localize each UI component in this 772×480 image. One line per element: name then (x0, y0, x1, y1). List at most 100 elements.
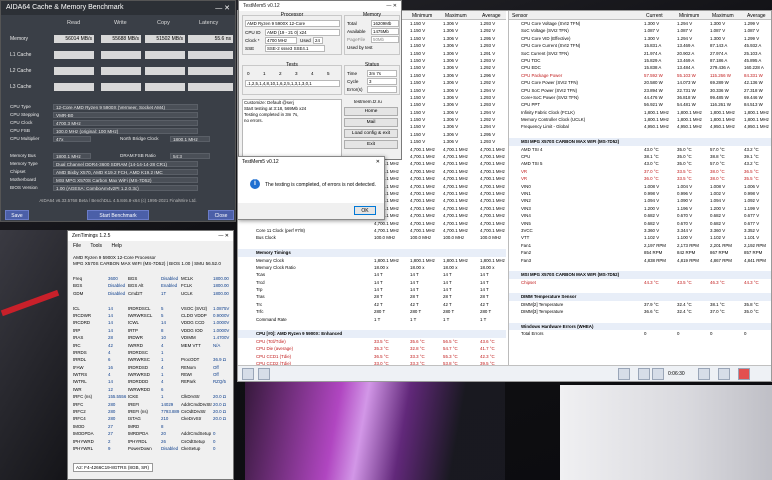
close-icon[interactable]: ✕ (376, 159, 380, 165)
sensor-group-header[interactable]: Memory Timings (238, 249, 506, 257)
sensor-row[interactable]: Trfc 280 T 280 T 280 T 280 T (238, 308, 506, 315)
sensor-row[interactable] (509, 264, 771, 271)
network-icon[interactable] (618, 368, 630, 380)
sensor-group-header[interactable]: MSI MPG X570S CARBON MAX WIFI (MS-7D52) (509, 138, 771, 146)
window-controls-icon[interactable]: — ✕ (218, 233, 229, 239)
ok-button[interactable]: OK (354, 206, 376, 215)
sensor-row[interactable]: CPU Core VID (Effective) 1.300 V 1.294 V 1.… (509, 35, 771, 42)
sensor-row[interactable]: Total Errors 0 0 0 0 (509, 330, 771, 337)
sensor-row[interactable]: CPU Core Current (SVI2 TFN) 15.831 A 13.46… (509, 42, 771, 49)
nav-right-icon[interactable] (258, 368, 270, 380)
col-average-right[interactable]: Average (747, 13, 766, 19)
sensor-row[interactable]: VIN4 0.682 V 0.670 V 0.682 V 0.677 V (509, 212, 771, 219)
col-minimum-right[interactable]: Minimum (679, 13, 699, 19)
sensor-row[interactable]: CPU CCD1 (Tdie) 36.5 °C 33.3 °C 55.3 °C 42.3… (238, 353, 506, 360)
load-config-exit-button[interactable]: Load config & exit (344, 129, 398, 138)
sensor-row[interactable]: Tras 28 T 28 T 28 T 28 T (238, 293, 506, 300)
settings-icon[interactable] (718, 368, 730, 380)
start-benchmark-button[interactable]: Start Benchmark (87, 210, 149, 220)
sensor-row[interactable]: Infinity Fabric Clock (FCLK) 1,800.1 MHz 1… (509, 109, 771, 116)
home-button[interactable]: Home (344, 107, 398, 116)
sensor-row[interactable] (238, 242, 506, 249)
sensor-row[interactable]: DIMM[3] Temperature 36.6 °C 32.4 °C 37.0 °C… (509, 308, 771, 315)
sensor-row[interactable]: Chipset 44.3 °C 43.5 °C 46.3 °C 44.3 °C (509, 279, 771, 286)
exit-button[interactable]: Exit (344, 140, 398, 149)
sensor-row[interactable]: CPU Core Power (SVI2 TFN) 20.580 W 14.073 … (509, 79, 771, 86)
sensor-row[interactable]: Bus Clock 100.0 MHz 100.0 MHz 100.0 MHz 100.… (238, 234, 506, 241)
close-button[interactable]: Close (208, 210, 234, 220)
col-current[interactable]: Current (646, 13, 663, 19)
menu-help[interactable]: Help (111, 243, 121, 249)
sensor-row[interactable]: Trp 14 T 14 T 14 T 14 T (238, 286, 506, 293)
col-sensor[interactable]: Sensor (512, 13, 528, 19)
sensor-row[interactable]: CPU Package Power 57.592 W 55.103 W 115.266… (509, 72, 771, 79)
sensor-row[interactable]: VIN3 1.200 V 1.196 V 1.200 V 1.199 V (509, 205, 771, 212)
sensor-row[interactable]: Trc 42 T 42 T 42 T 42 T (238, 301, 506, 308)
col-maximum-right[interactable]: Maximum (712, 13, 734, 19)
sensor-row[interactable]: VIN5 0.682 V 0.670 V 0.682 V 0.677 V (509, 220, 771, 227)
sensor-row[interactable]: Memory Controller Clock (UCLK) 1,800.1 MH… (509, 116, 771, 123)
nav-left-icon[interactable] (242, 368, 254, 380)
col-maximum[interactable]: Maximum (445, 13, 467, 19)
dimm-select[interactable]: A2: F4-4266C19-8GTRS (8GB, SR) (73, 463, 153, 472)
sensor-row[interactable]: AMD TSI 5 43.0 °C 35.0 °C 57.0 °C 43.2 °C (509, 160, 771, 167)
sensor-row[interactable]: CPU PPT 56.921 W 54.481 W 116.261 W 84.513 W (509, 101, 771, 108)
sensor-row[interactable]: Memory Clock Ratio 18.00 x 18.00 x 18.00 x 1… (238, 264, 506, 271)
site-link[interactable]: testmem.tz.ru (354, 99, 382, 104)
sensor-row[interactable] (509, 316, 771, 323)
window-controls-icon[interactable]: — ✕ (386, 3, 397, 9)
sensor-group-header[interactable]: Windows Hardware Errors (WHEA) (509, 323, 771, 331)
sensor-row[interactable]: Command Rate 1 T 1 T 1 T 1 T (238, 316, 506, 323)
export-icon[interactable] (638, 368, 650, 380)
sensor-row[interactable]: Memory Clock 1,800.1 MHz 1,800.1 MHz 1,800.… (238, 257, 506, 264)
graph-icon[interactable] (698, 368, 710, 380)
benchmark-value (101, 51, 141, 59)
sensor-row[interactable]: DIMM[2] Temperature 37.9 °C 32.4 °C 38.1 °C… (509, 301, 771, 308)
close-icon[interactable] (738, 368, 750, 380)
log-area[interactable]: Customize: Default @serj Start testing at… (242, 99, 342, 157)
sensor-row[interactable]: CPU SoC Power (SVI2 TFN) 23.894 W 22.731 W… (509, 87, 771, 94)
sensor-row[interactable]: Trcd 14 T 14 T 14 T 14 T (238, 279, 506, 286)
clock-icon[interactable] (652, 368, 664, 380)
sensor-row[interactable]: SoC Voltage (SVI2 TFN) 1.087 V 1.087 V 1.08… (509, 27, 771, 34)
sensor-row[interactable]: CPU TDC 15.829 A 13.469 A 87.186 A 45.895 A (509, 57, 771, 64)
sensor-row[interactable]: 4,700.1 MHz 4,700.1 MHz 4,700.1 MHz 4,700.1… (238, 220, 506, 227)
sensor-row[interactable]: CPU (Tctl/Tdie) 33.5 °C 35.6 °C 56.5 °C 43.6… (238, 338, 506, 345)
timing-label: tMODPDA (73, 431, 94, 437)
sensor-row[interactable]: Tcas 14 T 14 T 14 T 14 T (238, 271, 506, 278)
sensor-row[interactable]: VTT 1.102 V 1.100 V 1.102 V 1.101 V (509, 234, 771, 241)
sensor-row[interactable]: Core+SoC Power (SVI2 TFN) 44.476 W 36.818 … (509, 94, 771, 101)
sensor-row[interactable]: CPU Core Voltage (SVI2 TFN) 1.300 V 1.294 … (509, 20, 771, 27)
sensor-row[interactable]: SoC Current (SVI2 TFN) 21.974 A 20.902 A 27… (509, 50, 771, 57)
sensor-row[interactable]: VR 36.0 °C 33.5 °C 38.0 °C 35.5 °C (509, 175, 771, 182)
sensor-row[interactable] (238, 323, 506, 330)
aida64-footer: AIDA64 v6.33.5768 Beta / BenchDLL 4.5.84… (39, 198, 197, 203)
sensor-name: DIMM Temperature Sensor (521, 294, 577, 300)
sensor-row[interactable]: Frequency Limit - Global 4,950.1 MHz 4,950… (509, 123, 771, 130)
sensor-row[interactable]: Core 11 Clock (perf #7/8) 4,700.1 MHz 4,70… (238, 227, 506, 234)
sensor-group-header[interactable]: CPU [#0]: AMD Ryzen 9 5900X: Enhanced (238, 330, 506, 338)
sensor-row[interactable]: VIN1 0.998 V 0.996 V 1.002 V 0.998 V (509, 190, 771, 197)
sensor-row[interactable]: CPU Die (average) 35.3 °C 32.8 °C 54.7 °C 41… (238, 345, 506, 352)
sensor-row[interactable]: CPU EDC 15.838 A 13.484 A 279.436 A 160.228 … (509, 64, 771, 71)
sensor-row[interactable]: 3VCC 3.360 V 3.344 V 3.360 V 3.352 V (509, 227, 771, 234)
col-minimum[interactable]: Minimum (412, 13, 432, 19)
sensor-group-header[interactable]: MSI MPG X570S CARBON MAX WIFI (MS-7D52) (509, 271, 771, 279)
sensor-row[interactable]: VR 37.0 °C 33.5 °C 38.0 °C 36.5 °C (509, 168, 771, 175)
sensor-row[interactable]: AMD TSI 4 43.0 °C 35.0 °C 57.0 °C 43.2 °C (509, 146, 771, 153)
sensor-row[interactable]: CPU 38.1 °C 35.0 °C 38.8 °C 39.1 °C (509, 153, 771, 160)
window-controls-icon[interactable]: — ✕ (215, 4, 230, 12)
sensor-row[interactable]: Fan1 2,197 RPM 2,173 RPM 2,201 RPM 2,192 RPM (509, 242, 771, 249)
sensor-row[interactable]: VIN2 1.094 V 1.090 V 1.094 V 1.092 V (509, 197, 771, 204)
col-average[interactable]: Average (482, 13, 501, 19)
sensor-row[interactable] (509, 286, 771, 293)
sensor-row[interactable]: Fan2 854 RPM 842 RPM 867 RPM 857 RPM (509, 249, 771, 256)
menu-tools[interactable]: Tools (90, 243, 102, 249)
sensor-row[interactable]: VIN0 1.008 V 1.004 V 1.008 V 1.006 V (509, 183, 771, 190)
mail-button[interactable]: Mail (344, 118, 398, 127)
sensor-group-header[interactable]: DIMM Temperature Sensor (509, 293, 771, 301)
save-button[interactable]: Save (5, 210, 29, 220)
sensor-row[interactable] (509, 131, 771, 138)
sensor-row[interactable]: Fan3 4,838 RPM 4,819 RPM 4,867 RPM 4,841 RPM (509, 257, 771, 264)
menu-file[interactable]: File (73, 243, 81, 249)
